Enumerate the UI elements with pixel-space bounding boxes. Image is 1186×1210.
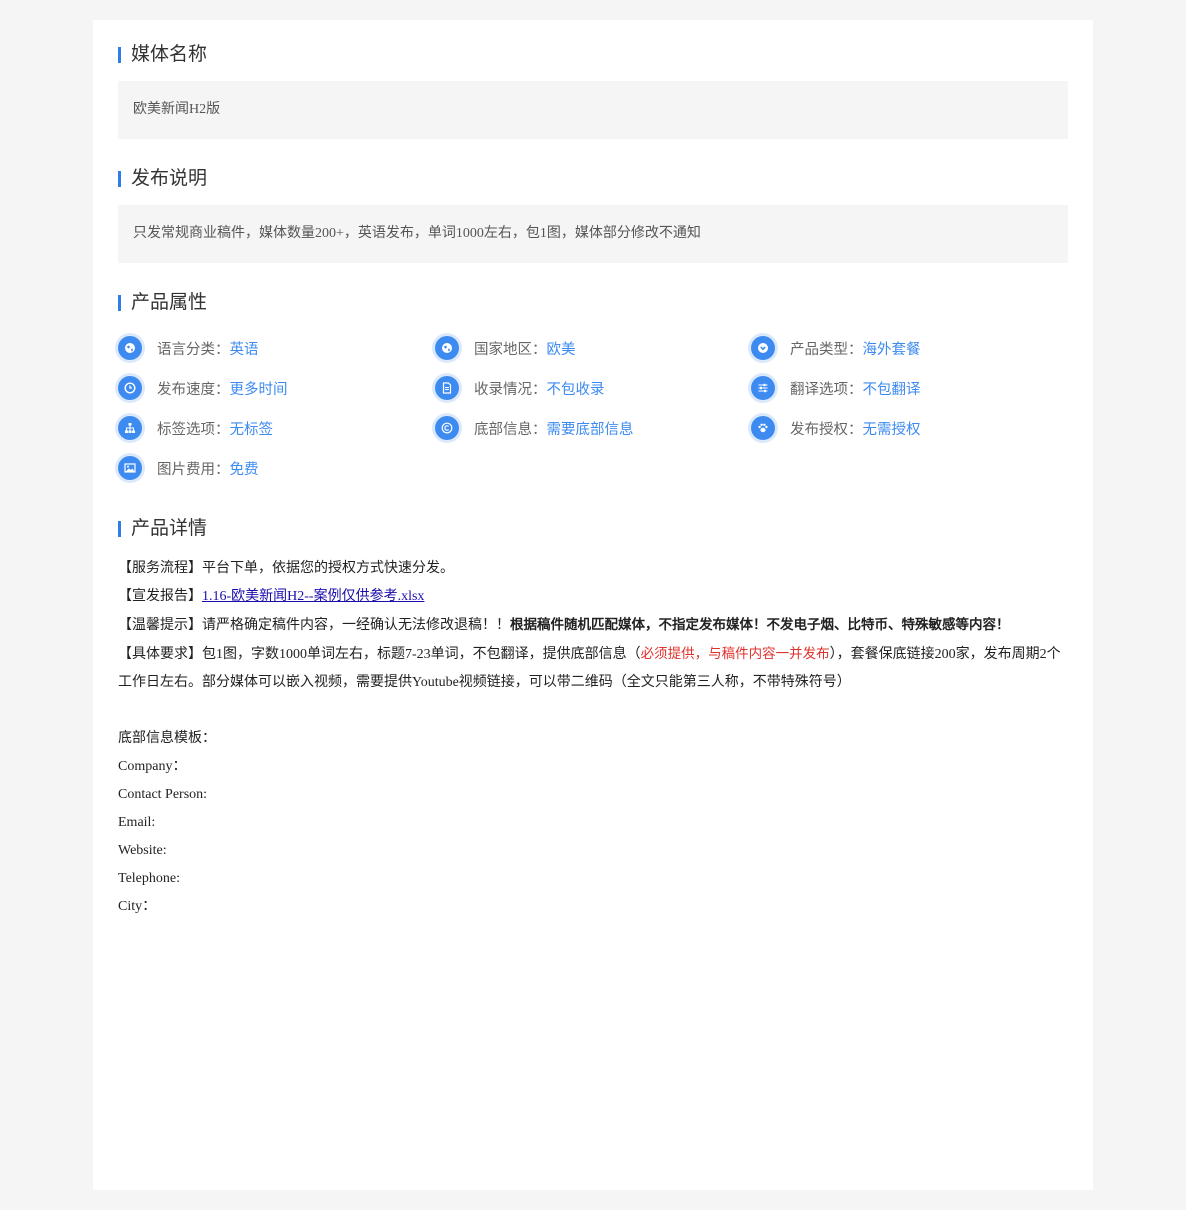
requirements-text: 包1图，字数1000单词左右，标题7-23单词，不包翻译，提供底部信息（ [202, 647, 641, 662]
document-icon [435, 376, 459, 400]
report-line: 【宣发报告】1.16-欧美新闻H2--案例仅供参考.xlsx [118, 583, 1073, 611]
sliders-icon [751, 376, 775, 400]
section-title-attributes: 产品属性 [118, 290, 207, 314]
template-field-telephone: Telephone: [118, 871, 180, 886]
template-field-contact: Contact Person: [118, 787, 208, 802]
attr-image-fee: 图片费用： 免费 [118, 455, 259, 481]
attr-region: 国家地区： 欧美 [435, 335, 576, 361]
attr-product-type: 产品类型： 海外套餐 [751, 335, 921, 361]
report-label: 【宣发报告】 [118, 589, 202, 604]
attr-value: 更多时间 [229, 381, 288, 398]
sitemap-icon [118, 416, 142, 440]
product-card: 媒体名称 欧美新闻H2版 发布说明 只发常规商业稿件，媒体数量200+，英语发布… [93, 20, 1093, 1190]
attr-tags: 标签选项： 无标签 [118, 415, 273, 441]
attr-value: 不包收录 [546, 381, 605, 398]
publish-note-value: 只发常规商业稿件，媒体数量200+，英语发布，单词1000左右，包1图，媒体部分… [118, 205, 1068, 263]
attr-label: 图片费用： [157, 461, 230, 478]
attr-indexing: 收录情况： 不包收录 [435, 375, 605, 401]
attr-translation: 翻译选项： 不包翻译 [751, 375, 921, 401]
tip-label: 【温馨提示】 [118, 618, 202, 633]
template-field-website: Website: [118, 843, 167, 858]
chevron-down-icon [751, 336, 775, 360]
service-flow-label: 【服务流程】 [118, 561, 202, 576]
attr-value: 海外套餐 [862, 341, 921, 358]
attr-speed: 发布速度： 更多时间 [118, 375, 288, 401]
attr-authorization: 发布授权： 无需授权 [751, 415, 921, 441]
attr-value: 免费 [229, 461, 259, 478]
template-field-city: City： [118, 899, 157, 914]
service-flow-line: 【服务流程】平台下单，依据您的授权方式快速分发。 [118, 555, 1073, 583]
copyright-icon [435, 416, 459, 440]
attr-label: 底部信息： [474, 421, 547, 438]
product-details: 【服务流程】平台下单，依据您的授权方式快速分发。 【宣发报告】1.16-欧美新闻… [118, 555, 1073, 921]
attr-value: 无标签 [229, 421, 274, 438]
image-icon [118, 456, 142, 480]
service-flow-text: 平台下单，依据您的授权方式快速分发。 [202, 561, 454, 576]
attr-label: 收录情况： [474, 381, 547, 398]
attr-value: 英语 [229, 341, 259, 358]
attr-value: 欧美 [546, 341, 576, 358]
globe-icon [435, 336, 459, 360]
attr-label: 语言分类： [157, 341, 230, 358]
media-name-value: 欧美新闻H2版 [118, 81, 1068, 139]
section-title-media-name: 媒体名称 [118, 42, 207, 66]
template-field-company: Company： [118, 759, 187, 774]
section-title-details: 产品详情 [118, 516, 207, 540]
requirements-line: 【具体要求】包1图，字数1000单词左右，标题7-23单词，不包翻译，提供底部信… [118, 640, 1073, 697]
attr-language: 语言分类： 英语 [118, 335, 259, 361]
attr-value: 无需授权 [862, 421, 921, 438]
globe-icon [118, 336, 142, 360]
attr-label: 标签选项： [157, 421, 230, 438]
attr-label: 产品类型： [790, 341, 863, 358]
report-download-link[interactable]: 1.16-欧美新闻H2--案例仅供参考.xlsx [202, 589, 424, 604]
template-title: 底部信息模板： [118, 731, 216, 746]
requirements-label: 【具体要求】 [118, 647, 202, 662]
tip-text: 请严格确定稿件内容，一经确认无法修改退稿！！ [202, 618, 510, 633]
attr-label: 国家地区： [474, 341, 547, 358]
tip-line: 【温馨提示】请严格确定稿件内容，一经确认无法修改退稿！！根据稿件随机匹配媒体，不… [118, 611, 1073, 640]
template-field-email: Email: [118, 815, 156, 830]
attr-label: 发布授权： [790, 421, 863, 438]
attr-footer-info: 底部信息： 需要底部信息 [435, 415, 634, 441]
section-title-publish-note: 发布说明 [118, 166, 207, 190]
attr-value: 不包翻译 [862, 381, 921, 398]
tip-bold-text: 根据稿件随机匹配媒体，不指定发布媒体！不发电子烟、比特币、特殊敏感等内容！ [510, 617, 1010, 633]
attr-label: 翻译选项： [790, 381, 863, 398]
requirements-warning: 必须提供，与稿件内容一并发布 [640, 646, 830, 662]
attr-label: 发布速度： [157, 381, 230, 398]
clock-icon [118, 376, 142, 400]
attr-value: 需要底部信息 [546, 421, 634, 438]
paw-icon [751, 416, 775, 440]
